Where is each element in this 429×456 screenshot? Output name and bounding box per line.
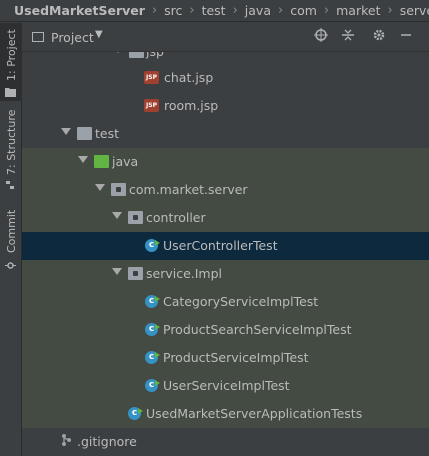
commit-icon: [5, 260, 16, 271]
tree-item-test[interactable]: test: [22, 120, 429, 148]
gear-icon[interactable]: [370, 28, 388, 46]
chevron-right-icon: ›: [323, 3, 330, 18]
run-marker-icon: [155, 352, 160, 358]
tree-item-product-search-service-impl-test[interactable]: c ProductSearchServiceImplTest: [22, 316, 429, 344]
tree-item-gitignore[interactable]: .gitignore: [22, 428, 429, 456]
package-icon: [128, 267, 143, 280]
expand-arrow-icon[interactable]: [112, 268, 122, 275]
folder-icon: [129, 52, 144, 58]
locate-icon[interactable]: [312, 28, 330, 46]
tree-item-chat-jsp[interactable]: JSP chat.jsp: [22, 64, 429, 92]
tree-item-package-service-impl[interactable]: service.Impl: [22, 260, 429, 288]
folder-icon: [5, 86, 16, 97]
panel-title[interactable]: Project: [51, 30, 94, 45]
jsp-file-icon: JSP: [144, 71, 159, 84]
tree-item-product-service-impl-test[interactable]: c ProductServiceImplTest: [22, 344, 429, 372]
chevron-right-icon: ›: [232, 3, 238, 18]
run-marker-icon: [155, 296, 160, 302]
breadcrumb-item-com[interactable]: com: [290, 3, 317, 18]
expand-arrow-icon[interactable]: [112, 212, 122, 219]
tab-commit[interactable]: Commit: [0, 208, 22, 273]
tab-project-label: 1: Project: [5, 29, 18, 81]
minimize-icon[interactable]: [397, 28, 415, 46]
chevron-right-icon: ›: [278, 3, 284, 18]
project-panel-header: Project ▼: [22, 23, 429, 52]
expand-arrow-icon[interactable]: [113, 52, 123, 53]
expand-arrow-icon[interactable]: [95, 184, 105, 191]
tab-commit-label: Commit: [5, 209, 18, 253]
tree-item-package-com-market-server[interactable]: com.market.server: [22, 176, 429, 204]
chevron-right-icon: ›: [151, 3, 158, 18]
tab-structure[interactable]: 7: Structure: [0, 109, 22, 193]
breadcrumb-item-test[interactable]: test: [202, 3, 226, 18]
expand-arrow-icon[interactable]: [78, 156, 88, 163]
tree-item-package-controller[interactable]: controller: [22, 204, 429, 232]
chevron-right-icon: ›: [387, 3, 393, 18]
tree-item-category-service-impl-test[interactable]: c CategoryServiceImplTest: [22, 288, 429, 316]
tab-project[interactable]: 1: Project: [0, 23, 22, 101]
breadcrumb-item-market[interactable]: market: [336, 3, 380, 18]
chevron-down-icon[interactable]: ▼: [95, 29, 103, 40]
breadcrumb: UsedMarketServer › src › test › java › c…: [0, 0, 429, 22]
tree-item-user-controller-test[interactable]: c UserControllerTest: [22, 232, 429, 260]
tree-item-room-jsp[interactable]: JSP room.jsp: [22, 92, 429, 120]
collapse-all-icon[interactable]: [339, 28, 357, 46]
test-source-folder-icon: [94, 155, 109, 168]
run-marker-icon: [155, 324, 160, 330]
project-tree: jsp JSP chat.jsp JSP room.jsp test java …: [22, 52, 429, 456]
breadcrumb-item-java[interactable]: java: [245, 3, 271, 18]
structure-icon: [5, 180, 16, 191]
breadcrumb-item-server[interactable]: server: [400, 3, 429, 18]
tree-item-java[interactable]: java: [22, 148, 429, 176]
tool-window-strip: 1: Project 7: Structure Commit: [0, 23, 22, 456]
folder-icon: [77, 127, 92, 140]
run-marker-icon: [138, 408, 143, 414]
expand-arrow-icon[interactable]: [61, 128, 71, 135]
run-marker-icon: [155, 240, 160, 246]
tree-item-used-market-server-application-tests[interactable]: c UsedMarketServerApplicationTests: [22, 400, 429, 428]
package-icon: [111, 183, 126, 196]
jsp-file-icon: JSP: [144, 99, 159, 112]
tree-item-user-service-impl-test[interactable]: c UserServiceImplTest: [22, 372, 429, 400]
breadcrumb-item-project[interactable]: UsedMarketServer: [14, 3, 145, 18]
run-marker-icon: [155, 380, 160, 386]
tab-structure-label: 7: Structure: [5, 109, 18, 175]
breadcrumb-item-src[interactable]: src: [164, 3, 182, 18]
project-view-icon: [32, 32, 44, 42]
package-icon: [128, 211, 143, 224]
git-file-icon: [60, 433, 75, 446]
chevron-right-icon: ›: [189, 3, 195, 18]
